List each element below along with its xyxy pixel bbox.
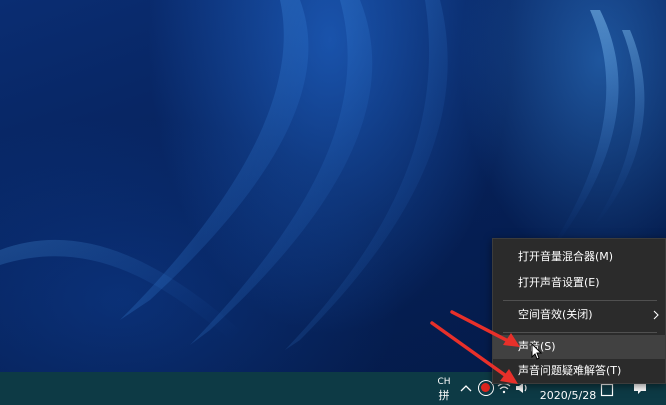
menu-item-label: 打开声音设置(E) [518,276,600,289]
show-desktop-icon[interactable] [600,382,614,397]
menu-separator [503,332,657,333]
menu-separator [503,300,657,301]
menu-item-label: 打开音量混合器(M) [518,250,614,263]
menu-item-open-volume-mixer[interactable]: 打开音量混合器(M) [493,245,665,269]
clock-date[interactable]: 2020/5/28 [533,389,603,403]
menu-item-label: 空间音效(关闭) [518,308,593,321]
chevron-right-icon [651,303,661,327]
chevron-up-icon[interactable] [458,380,474,396]
ime-language-label: CH [437,377,451,387]
menu-item-label: 声音问题疑难解答(T) [518,364,622,377]
ime-mode-label: 拼 [438,389,450,402]
menu-item-open-sound-settings[interactable]: 打开声音设置(E) [493,271,665,295]
menu-item-sound[interactable]: 声音(S) [493,335,665,359]
mouse-cursor-icon [531,342,543,361]
ime-indicator[interactable]: CH 拼 [432,374,456,404]
menu-item-troubleshoot-sound[interactable]: 声音问题疑难解答(T) [493,359,665,383]
volume-context-menu: 打开音量混合器(M) 打开声音设置(E) 空间音效(关闭) 声音(S) 声音问题… [492,238,666,384]
menu-item-spatial-sound[interactable]: 空间音效(关闭) [493,303,665,327]
